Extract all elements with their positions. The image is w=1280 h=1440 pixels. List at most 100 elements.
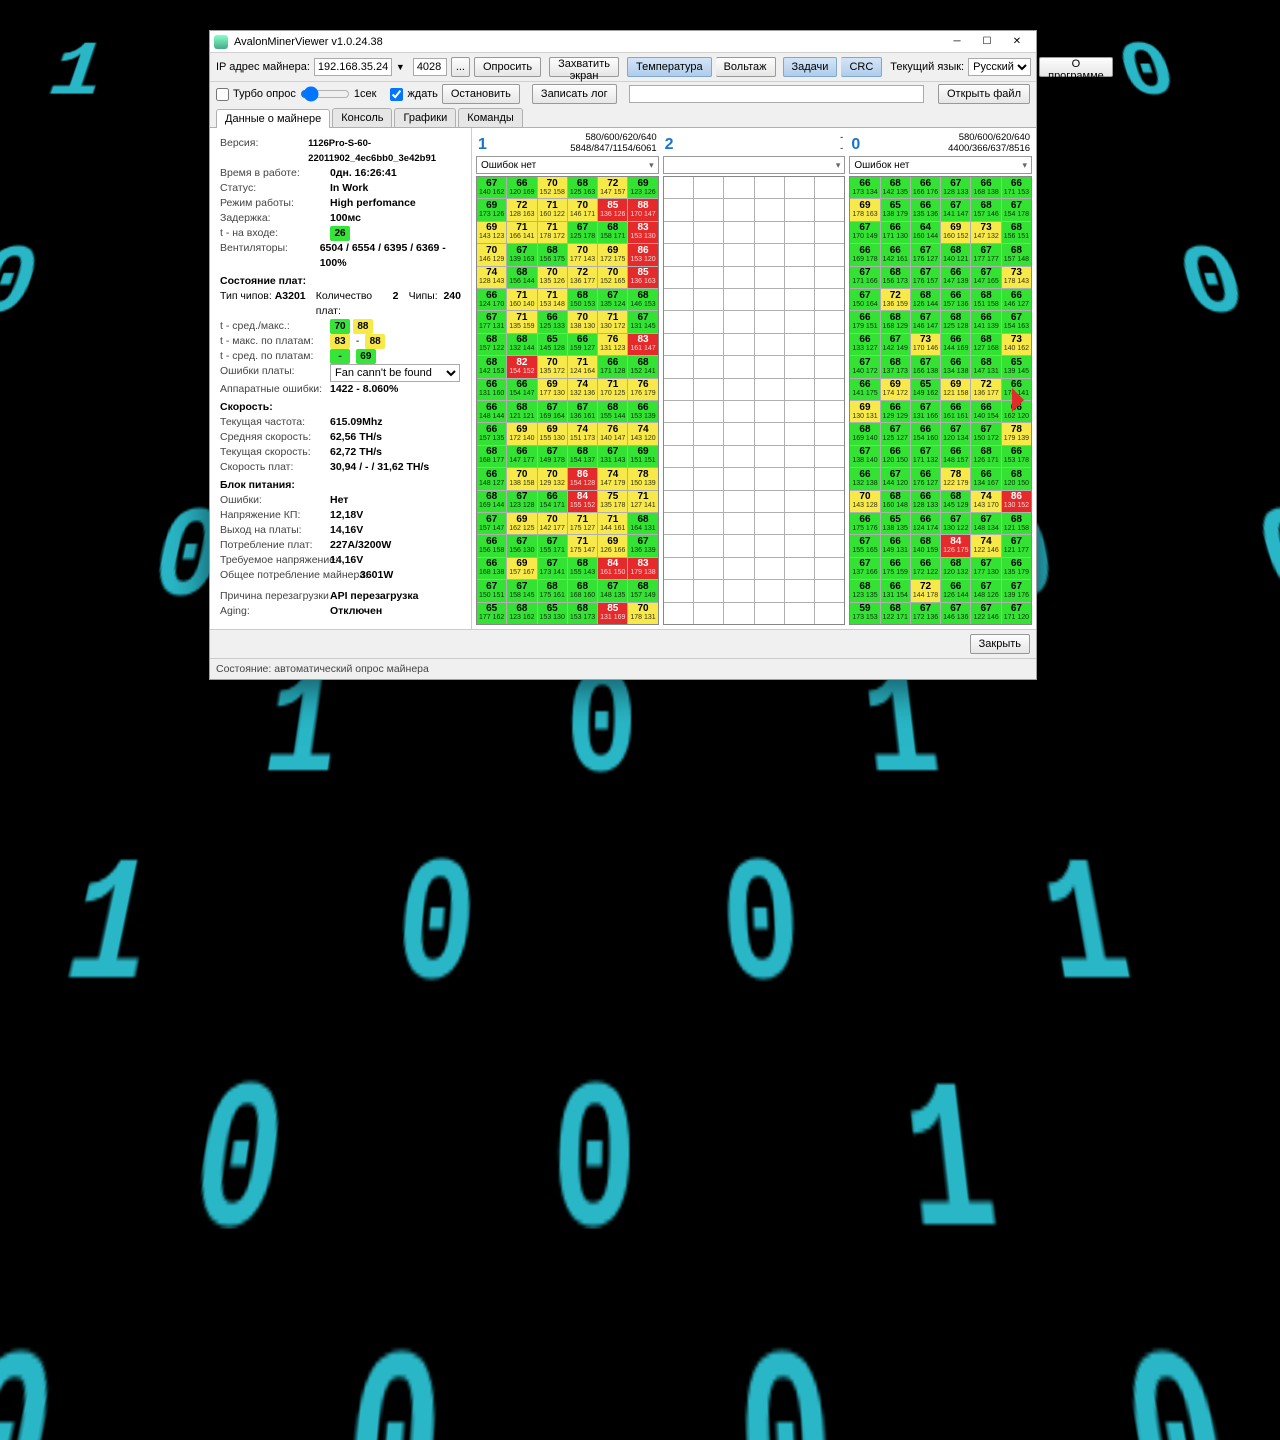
chip-cell[interactable]: 66153 139 xyxy=(628,401,657,422)
chip-cell[interactable]: 66172 122 xyxy=(911,558,940,579)
chip-cell[interactable]: 66173 134 xyxy=(850,177,879,198)
ip-input[interactable] xyxy=(314,58,392,76)
chip-cell[interactable]: 68127 168 xyxy=(971,334,1000,355)
chip-cell[interactable]: 68153 173 xyxy=(568,603,597,624)
chip-cell[interactable]: 66154 160 xyxy=(911,423,940,444)
chip-cell[interactable]: 85136 126 xyxy=(598,199,627,220)
chip-cell[interactable]: 88170 147 xyxy=(628,199,657,220)
chip-cell[interactable]: 67170 149 xyxy=(850,222,879,243)
chip-cell[interactable]: 68168 160 xyxy=(568,580,597,601)
chip-cell[interactable]: 68126 144 xyxy=(911,289,940,310)
chip-cell[interactable]: 85136 163 xyxy=(628,267,657,288)
chip-cell[interactable]: 67136 161 xyxy=(568,401,597,422)
chip-cell[interactable]: 84161 150 xyxy=(598,558,627,579)
chip-cell[interactable]: 74132 136 xyxy=(568,379,597,400)
chip-cell[interactable]: 67173 141 xyxy=(538,558,567,579)
chip-cell[interactable]: 68126 171 xyxy=(971,446,1000,467)
chip-cell[interactable]: 69177 130 xyxy=(538,379,567,400)
chip-cell[interactable]: 67141 147 xyxy=(941,199,970,220)
tab-tasks[interactable]: Задачи xyxy=(783,57,838,77)
chip-cell[interactable]: 68152 141 xyxy=(628,356,657,377)
chip-cell[interactable]: 67172 136 xyxy=(911,603,940,624)
chip-cell[interactable]: 67149 178 xyxy=(538,446,567,467)
chip-cell[interactable]: 67155 165 xyxy=(850,535,879,556)
chip-cell[interactable]: 74128 143 xyxy=(477,267,506,288)
ip-dropdown-icon[interactable]: ▼ xyxy=(396,62,405,72)
chip-cell[interactable]: 67155 171 xyxy=(538,535,567,556)
chip-cell[interactable]: 68123 135 xyxy=(850,580,879,601)
chip-cell[interactable]: 66142 161 xyxy=(881,244,910,265)
chip-cell[interactable]: 66141 175 xyxy=(850,379,879,400)
close-button[interactable]: ✕ xyxy=(1002,32,1032,52)
chip-cell[interactable]: 67171 132 xyxy=(911,446,940,467)
chip-cell[interactable]: 65149 162 xyxy=(911,379,940,400)
chip-cell[interactable]: 68168 129 xyxy=(881,311,910,332)
chip-cell[interactable]: 70142 177 xyxy=(538,513,567,534)
chip-cell[interactable]: 67140 172 xyxy=(850,356,879,377)
chip-cell[interactable]: 69172 140 xyxy=(507,423,536,444)
chip-cell[interactable]: 72128 163 xyxy=(507,199,536,220)
chip-cell[interactable]: 66135 136 xyxy=(911,199,940,220)
chip-cell[interactable]: 70135 126 xyxy=(538,267,567,288)
chip-cell[interactable]: 67176 127 xyxy=(911,244,940,265)
chip-cell[interactable]: 68157 148 xyxy=(1002,244,1031,265)
chip-cell[interactable]: 69121 158 xyxy=(941,379,970,400)
chip-cell[interactable]: 67156 130 xyxy=(507,535,536,556)
chip-cell[interactable]: 67158 145 xyxy=(507,580,536,601)
chip-cell[interactable]: 68157 149 xyxy=(628,580,657,601)
chip-cell[interactable]: 66153 178 xyxy=(1002,446,1031,467)
chip-cell[interactable]: 69155 130 xyxy=(538,423,567,444)
chip-cell[interactable]: 83179 138 xyxy=(628,558,657,579)
chip-cell[interactable]: 68142 135 xyxy=(881,177,910,198)
chip-cell[interactable]: 69160 152 xyxy=(941,222,970,243)
chip-cell[interactable]: 66147 139 xyxy=(941,267,970,288)
chip-cell[interactable]: 68169 140 xyxy=(850,423,879,444)
chip-cell[interactable]: 66168 138 xyxy=(971,177,1000,198)
chip-cell[interactable]: 66156 158 xyxy=(477,535,506,556)
chip-cell[interactable]: 68156 151 xyxy=(1002,222,1031,243)
chip-cell[interactable]: 71127 141 xyxy=(628,491,657,512)
chip-cell[interactable]: 73170 146 xyxy=(911,334,940,355)
chip-cell[interactable]: 74143 170 xyxy=(971,491,1000,512)
chip-cell[interactable]: 72136 159 xyxy=(881,289,910,310)
chip-cell[interactable]: 66148 144 xyxy=(477,401,506,422)
chip-cell[interactable]: 66131 154 xyxy=(881,580,910,601)
chip-cell[interactable]: 76131 123 xyxy=(598,334,627,355)
chip-cell[interactable]: 67142 149 xyxy=(881,334,910,355)
chip-cell[interactable]: 71153 148 xyxy=(538,289,567,310)
chip-cell[interactable]: 78179 139 xyxy=(1002,423,1031,444)
chip-cell[interactable]: 67171 120 xyxy=(1002,603,1031,624)
chip-cell[interactable]: 71178 172 xyxy=(538,222,567,243)
chip-cell[interactable]: 67138 140 xyxy=(850,446,879,467)
chip-cell[interactable]: 68122 171 xyxy=(881,603,910,624)
chip-cell[interactable]: 67120 134 xyxy=(941,423,970,444)
chip-cell[interactable]: 67139 176 xyxy=(1002,580,1031,601)
chip-cell[interactable]: 64160 144 xyxy=(911,222,940,243)
chip-cell[interactable]: 68157 146 xyxy=(971,199,1000,220)
chip-cell[interactable]: 69151 151 xyxy=(628,446,657,467)
chip-cell[interactable]: 70143 128 xyxy=(850,491,879,512)
chip-cell[interactable]: 66129 129 xyxy=(881,401,910,422)
chip-cell[interactable]: 73178 143 xyxy=(1002,267,1031,288)
board-error-select[interactable]: Fan cann't be found xyxy=(330,364,460,382)
chip-cell[interactable]: 71135 159 xyxy=(507,311,536,332)
chip-cell[interactable]: 67150 172 xyxy=(971,423,1000,444)
chip-cell[interactable]: 66149 131 xyxy=(881,535,910,556)
chip-cell[interactable]: 73140 162 xyxy=(1002,334,1031,355)
chip-cell[interactable]: 86154 128 xyxy=(568,468,597,489)
chip-cell[interactable]: 66134 138 xyxy=(941,356,970,377)
chip-cell[interactable]: 66169 178 xyxy=(850,244,879,265)
chip-cell[interactable]: 66159 127 xyxy=(568,334,597,355)
chip-cell[interactable]: 67148 126 xyxy=(971,580,1000,601)
chip-cell[interactable]: 67121 177 xyxy=(1002,535,1031,556)
chip-cell[interactable]: 67135 124 xyxy=(598,289,627,310)
chip-cell[interactable]: 66175 159 xyxy=(881,558,910,579)
chip-cell[interactable]: 66125 133 xyxy=(538,311,567,332)
turbo-checkbox[interactable] xyxy=(216,88,229,101)
chip-cell[interactable]: 71166 141 xyxy=(507,222,536,243)
chip-cell[interactable]: 70152 158 xyxy=(538,177,567,198)
chip-cell[interactable]: 71175 147 xyxy=(568,535,597,556)
chip-cell[interactable]: 66132 138 xyxy=(850,468,879,489)
chip-cell[interactable]: 66175 176 xyxy=(850,513,879,534)
wait-checkbox[interactable] xyxy=(390,88,403,101)
